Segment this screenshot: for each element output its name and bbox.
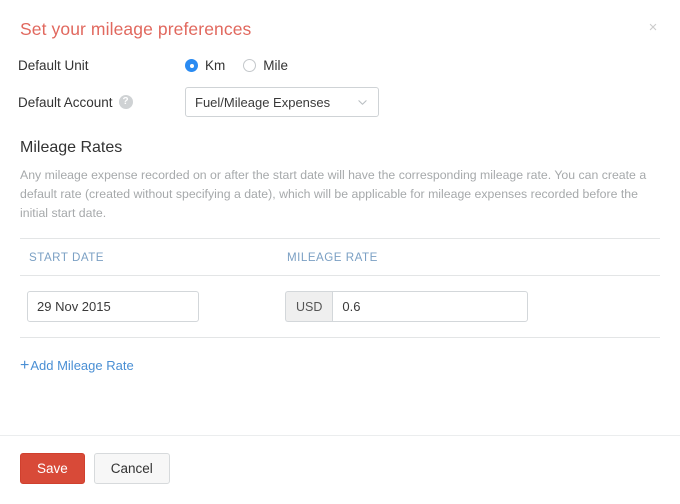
dialog-footer: Save Cancel [0,436,680,504]
column-header-mileage-rate: MILEAGE RATE [287,251,378,264]
mileage-rate-input-group: USD [285,291,529,322]
plus-icon: + [20,357,30,374]
page-title: Set your mileage preferences [20,19,252,39]
radio-label-km: Km [205,58,226,73]
divider-below-row [20,337,660,338]
help-icon[interactable]: ? [118,95,133,109]
dialog-header: Set your mileage preferences × [0,0,680,46]
default-unit-radio-group: Km Mile [185,58,288,73]
default-account-label: Default Account ? [18,95,185,110]
default-account-label-text: Default Account [18,94,113,110]
table-row: USD [18,276,662,337]
radio-option-km[interactable]: Km [185,58,225,73]
close-icon[interactable]: × [645,20,661,36]
dialog-body: Default Unit Km Mile Default Account ? F [0,46,680,435]
mileage-rate-input[interactable] [332,291,529,322]
default-account-select[interactable]: Fuel/Mileage Expenses [185,87,379,117]
start-date-input[interactable] [27,291,199,322]
cell-mileage-rate: USD [283,291,662,322]
default-account-selected-value: Fuel/Mileage Expenses [195,94,331,110]
mileage-rates-description: Any mileage expense recorded on or after… [20,168,647,220]
add-mileage-rate-label: Add Mileage Rate [30,358,134,373]
table-header-row: START DATE MILEAGE RATE [18,239,662,275]
column-header-start-date: START DATE [29,251,105,264]
add-mileage-rate-button[interactable]: + Add Mileage Rate [20,357,134,374]
currency-addon: USD [285,291,333,322]
radio-dot-mile-icon[interactable] [243,59,257,72]
radio-option-mile[interactable]: Mile [243,58,288,73]
default-unit-label-text: Default Unit [18,58,89,73]
default-unit-row: Default Unit Km Mile [18,58,662,73]
mileage-rates-table: START DATE MILEAGE RATE USD [18,239,662,338]
mileage-rates-heading: Mileage Rates [20,139,123,156]
cell-start-date [18,291,283,322]
default-account-row: Default Account ? Fuel/Mileage Expenses [18,87,662,117]
save-button[interactable]: Save [20,453,85,484]
radio-label-mile: Mile [263,58,289,73]
radio-dot-km-icon[interactable] [185,59,198,72]
mileage-preferences-dialog: Set your mileage preferences × Default U… [0,0,680,504]
chevron-down-icon [358,98,367,107]
cancel-button[interactable]: Cancel [93,453,170,484]
default-unit-label: Default Unit [18,58,185,73]
